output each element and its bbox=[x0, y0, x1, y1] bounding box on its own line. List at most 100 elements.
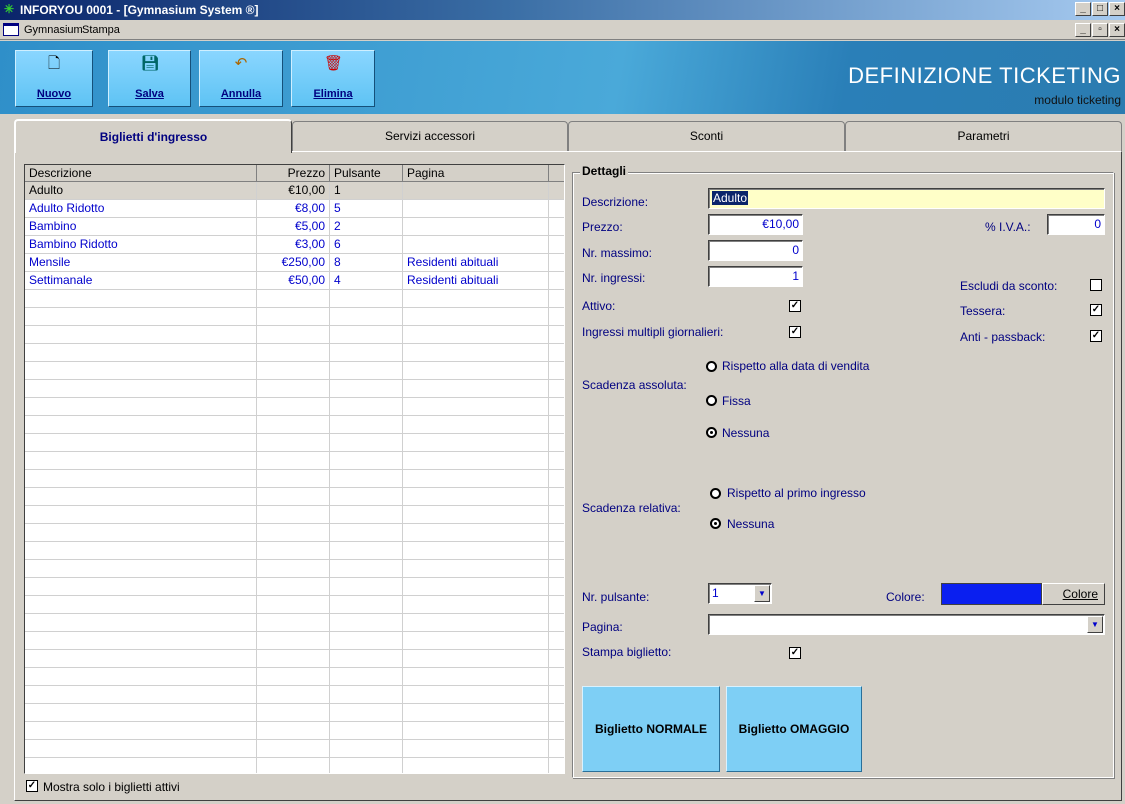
cancel-button-label: Annulla bbox=[220, 88, 262, 100]
table-cell-pagina bbox=[403, 560, 549, 578]
delete-button[interactable]: 🗑︎ Elimina bbox=[291, 50, 375, 107]
radio-assoluta-fissa-label: Fissa bbox=[722, 394, 751, 408]
radio-assoluta-fissa[interactable] bbox=[706, 395, 717, 406]
save-button[interactable]: 💾︎ Salva bbox=[108, 50, 191, 107]
table-row[interactable] bbox=[25, 758, 564, 773]
table-row[interactable] bbox=[25, 452, 564, 470]
mdi-restore-button[interactable]: ▫ bbox=[1092, 23, 1108, 37]
table-row[interactable]: Adulto €10,00 1 bbox=[25, 182, 564, 200]
radio-assoluta-nessuna[interactable] bbox=[706, 427, 717, 438]
radio-relativa-nessuna[interactable] bbox=[710, 518, 721, 529]
close-button[interactable]: × bbox=[1109, 2, 1125, 16]
tab-parametri[interactable]: Parametri bbox=[845, 121, 1122, 151]
table-row[interactable] bbox=[25, 434, 564, 452]
nr-ingressi-input[interactable]: 1 bbox=[708, 266, 803, 287]
escludi-sconto-checkbox[interactable] bbox=[1090, 279, 1102, 291]
mdi-minimize-button[interactable]: _ bbox=[1075, 23, 1091, 37]
table-row[interactable]: Bambino Ridotto €3,00 6 bbox=[25, 236, 564, 254]
table-cell-spacer bbox=[549, 218, 564, 236]
table-row[interactable] bbox=[25, 686, 564, 704]
table-cell-pagina: Residenti abituali bbox=[403, 272, 549, 290]
col-header-descrizione[interactable]: Descrizione bbox=[25, 165, 257, 182]
stampa-biglietto-checkbox[interactable]: ✓ bbox=[789, 647, 801, 659]
table-row[interactable] bbox=[25, 380, 564, 398]
ingressi-multipli-checkbox[interactable]: ✓ bbox=[789, 326, 801, 338]
radio-assoluta-vendita[interactable] bbox=[706, 361, 717, 372]
mdi-close-button[interactable]: × bbox=[1109, 23, 1125, 37]
biglietto-omaggio-button[interactable]: Biglietto OMAGGIO bbox=[726, 686, 862, 772]
col-header-pulsante[interactable]: Pulsante bbox=[330, 165, 403, 182]
maximize-button[interactable]: □ bbox=[1092, 2, 1108, 16]
chevron-down-icon[interactable]: ▼ bbox=[754, 585, 770, 602]
show-active-only-checkbox[interactable]: ✓ bbox=[26, 780, 38, 792]
table-row[interactable]: Settimanale €50,00 4 Residenti abituali bbox=[25, 272, 564, 290]
table-cell-pagina bbox=[403, 578, 549, 596]
table-row[interactable] bbox=[25, 506, 564, 524]
table-row[interactable] bbox=[25, 560, 564, 578]
tab-sconti[interactable]: Sconti bbox=[568, 121, 845, 151]
table-cell-descrizione bbox=[25, 398, 257, 416]
table-row[interactable] bbox=[25, 578, 564, 596]
table-row[interactable] bbox=[25, 308, 564, 326]
new-button[interactable]: 🗋 Nuovo bbox=[15, 50, 93, 107]
col-header-prezzo[interactable]: Prezzo bbox=[257, 165, 330, 182]
col-header-pagina[interactable]: Pagina bbox=[403, 165, 549, 182]
chevron-down-icon[interactable]: ▼ bbox=[1087, 616, 1103, 633]
table-row[interactable]: Mensile €250,00 8 Residenti abituali bbox=[25, 254, 564, 272]
radio-relativa-primo-label: Rispetto al primo ingresso bbox=[727, 486, 866, 500]
anti-passback-checkbox[interactable]: ✓ bbox=[1090, 330, 1102, 342]
table-cell-pulsante bbox=[330, 308, 403, 326]
table-row[interactable] bbox=[25, 488, 564, 506]
table-row[interactable] bbox=[25, 524, 564, 542]
table-row[interactable] bbox=[25, 596, 564, 614]
tickets-grid[interactable]: Descrizione Prezzo Pulsante Pagina Adult… bbox=[24, 164, 565, 774]
nr-ingressi-label: Nr. ingressi: bbox=[582, 271, 646, 285]
table-row[interactable] bbox=[25, 344, 564, 362]
iva-input[interactable]: 0 bbox=[1047, 214, 1105, 235]
radio-relativa-primo[interactable] bbox=[710, 488, 721, 499]
table-cell-prezzo bbox=[257, 686, 330, 704]
tab-biglietti[interactable]: Biglietti d'ingresso bbox=[14, 119, 292, 153]
attivo-checkbox[interactable]: ✓ bbox=[789, 300, 801, 312]
table-row[interactable] bbox=[25, 632, 564, 650]
mdi-window-icon bbox=[3, 23, 19, 36]
table-row[interactable]: Bambino €5,00 2 bbox=[25, 218, 564, 236]
table-row[interactable] bbox=[25, 470, 564, 488]
table-cell-pulsante bbox=[330, 434, 403, 452]
tab-servizi[interactable]: Servizi accessori bbox=[292, 121, 568, 151]
prezzo-input[interactable]: €10,00 bbox=[708, 214, 803, 235]
table-cell-descrizione bbox=[25, 614, 257, 632]
biglietto-normale-button[interactable]: Biglietto NORMALE bbox=[582, 686, 720, 772]
table-cell-descrizione bbox=[25, 668, 257, 686]
table-row[interactable] bbox=[25, 542, 564, 560]
table-cell-pulsante bbox=[330, 560, 403, 578]
table-row[interactable] bbox=[25, 362, 564, 380]
table-row[interactable] bbox=[25, 398, 564, 416]
table-row[interactable]: Adulto Ridotto €8,00 5 bbox=[25, 200, 564, 218]
table-row[interactable] bbox=[25, 722, 564, 740]
pagina-select[interactable]: ▼ bbox=[708, 614, 1105, 635]
descrizione-input[interactable]: Adulto bbox=[708, 188, 1105, 209]
table-cell-prezzo bbox=[257, 290, 330, 308]
table-cell-spacer bbox=[549, 614, 564, 632]
scadenza-relativa-label: Scadenza relativa: bbox=[582, 501, 681, 515]
minimize-button[interactable]: _ bbox=[1075, 2, 1091, 16]
table-row[interactable] bbox=[25, 326, 564, 344]
table-row[interactable] bbox=[25, 740, 564, 758]
table-row[interactable] bbox=[25, 614, 564, 632]
table-row[interactable] bbox=[25, 290, 564, 308]
nr-pulsante-select[interactable]: 1 ▼ bbox=[708, 583, 772, 604]
table-row[interactable] bbox=[25, 704, 564, 722]
menu-gymnasium[interactable]: Gymnasium bbox=[24, 24, 83, 36]
nr-massimo-input[interactable]: 0 bbox=[708, 240, 803, 261]
menu-stampa[interactable]: Stampa bbox=[82, 24, 120, 36]
table-cell-descrizione bbox=[25, 344, 257, 362]
table-cell-descrizione: Adulto bbox=[25, 182, 257, 200]
table-row[interactable] bbox=[25, 650, 564, 668]
color-picker-button[interactable]: Colore bbox=[1042, 583, 1105, 605]
table-row[interactable] bbox=[25, 668, 564, 686]
table-cell-pagina bbox=[403, 290, 549, 308]
cancel-button[interactable]: ↶ Annulla bbox=[199, 50, 283, 107]
table-row[interactable] bbox=[25, 416, 564, 434]
tessera-checkbox[interactable]: ✓ bbox=[1090, 304, 1102, 316]
